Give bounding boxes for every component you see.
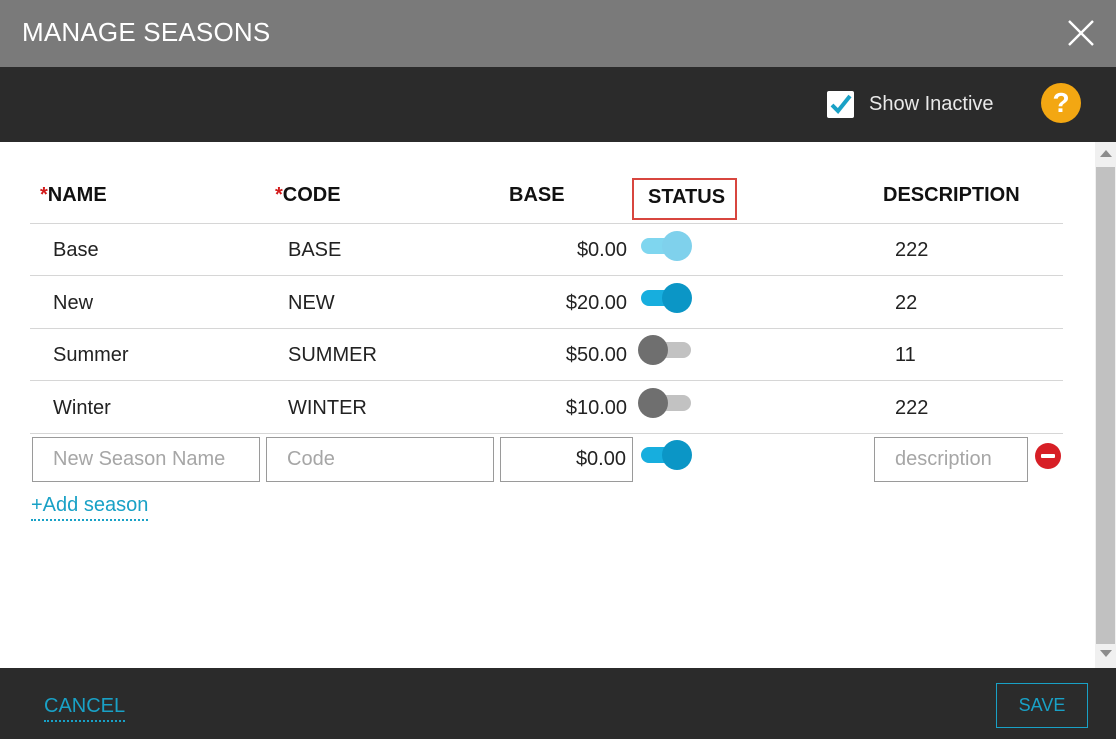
season-name: New	[53, 292, 94, 314]
row-divider	[30, 223, 1063, 224]
dialog-footer	[0, 668, 1116, 739]
new-season-code-input[interactable]	[266, 437, 494, 482]
row-divider	[30, 433, 1063, 434]
season-code: BASE	[288, 239, 342, 261]
header-code-label: CODE	[282, 184, 341, 206]
row-divider	[30, 380, 1063, 381]
season-description: 222	[895, 397, 929, 419]
header-status: STATUS	[648, 186, 726, 208]
new-season-base-input[interactable]	[500, 437, 633, 482]
save-button[interactable]: SAVE	[996, 683, 1088, 728]
help-icon[interactable]: ?	[1041, 83, 1081, 123]
season-base: $50.00	[565, 344, 627, 366]
status-toggle[interactable]	[638, 283, 694, 313]
show-inactive-label[interactable]: Show Inactive	[869, 93, 994, 116]
status-toggle[interactable]	[638, 335, 694, 365]
scroll-down-arrow-icon[interactable]	[1100, 650, 1112, 657]
season-name: Winter	[53, 397, 111, 419]
season-base: $0.00	[576, 239, 627, 261]
season-code: SUMMER	[288, 344, 377, 366]
dialog-title: MANAGE SEASONS	[22, 17, 271, 47]
close-button[interactable]	[1064, 16, 1098, 50]
show-inactive-checkbox[interactable]	[827, 91, 854, 118]
row-divider	[30, 328, 1063, 329]
required-marker: *	[40, 184, 48, 206]
season-description: 222	[895, 239, 929, 261]
header-name-label: NAME	[47, 184, 107, 206]
scrollbar-thumb[interactable]	[1096, 167, 1115, 644]
checkmark-icon	[830, 94, 852, 114]
add-season-link[interactable]: +Add season	[31, 494, 149, 521]
status-toggle[interactable]	[638, 388, 694, 418]
header-description: DESCRIPTION	[883, 184, 1020, 206]
scroll-up-arrow-icon[interactable]	[1100, 150, 1112, 157]
status-toggle[interactable]	[638, 231, 694, 261]
close-icon	[1068, 20, 1094, 46]
new-season-name-input[interactable]	[32, 437, 260, 482]
header-code: *CODE	[275, 184, 341, 207]
season-code: NEW	[288, 292, 335, 314]
cancel-button[interactable]: CANCEL	[44, 695, 126, 722]
season-name: Base	[53, 239, 99, 261]
season-base: $20.00	[565, 292, 627, 314]
season-base: $10.00	[565, 397, 627, 419]
remove-row-icon[interactable]	[1035, 443, 1061, 469]
season-description: 22	[895, 292, 918, 314]
header-base: BASE	[509, 184, 565, 206]
required-marker: *	[275, 184, 283, 206]
header-name: *NAME	[40, 184, 107, 207]
season-name: Summer	[53, 344, 129, 366]
season-description: 11	[895, 344, 916, 366]
new-season-status-toggle[interactable]	[638, 440, 694, 470]
season-code: WINTER	[288, 397, 367, 419]
header-status-highlight: STATUS	[632, 178, 737, 220]
row-divider	[30, 275, 1063, 276]
new-season-description-input[interactable]	[874, 437, 1028, 482]
